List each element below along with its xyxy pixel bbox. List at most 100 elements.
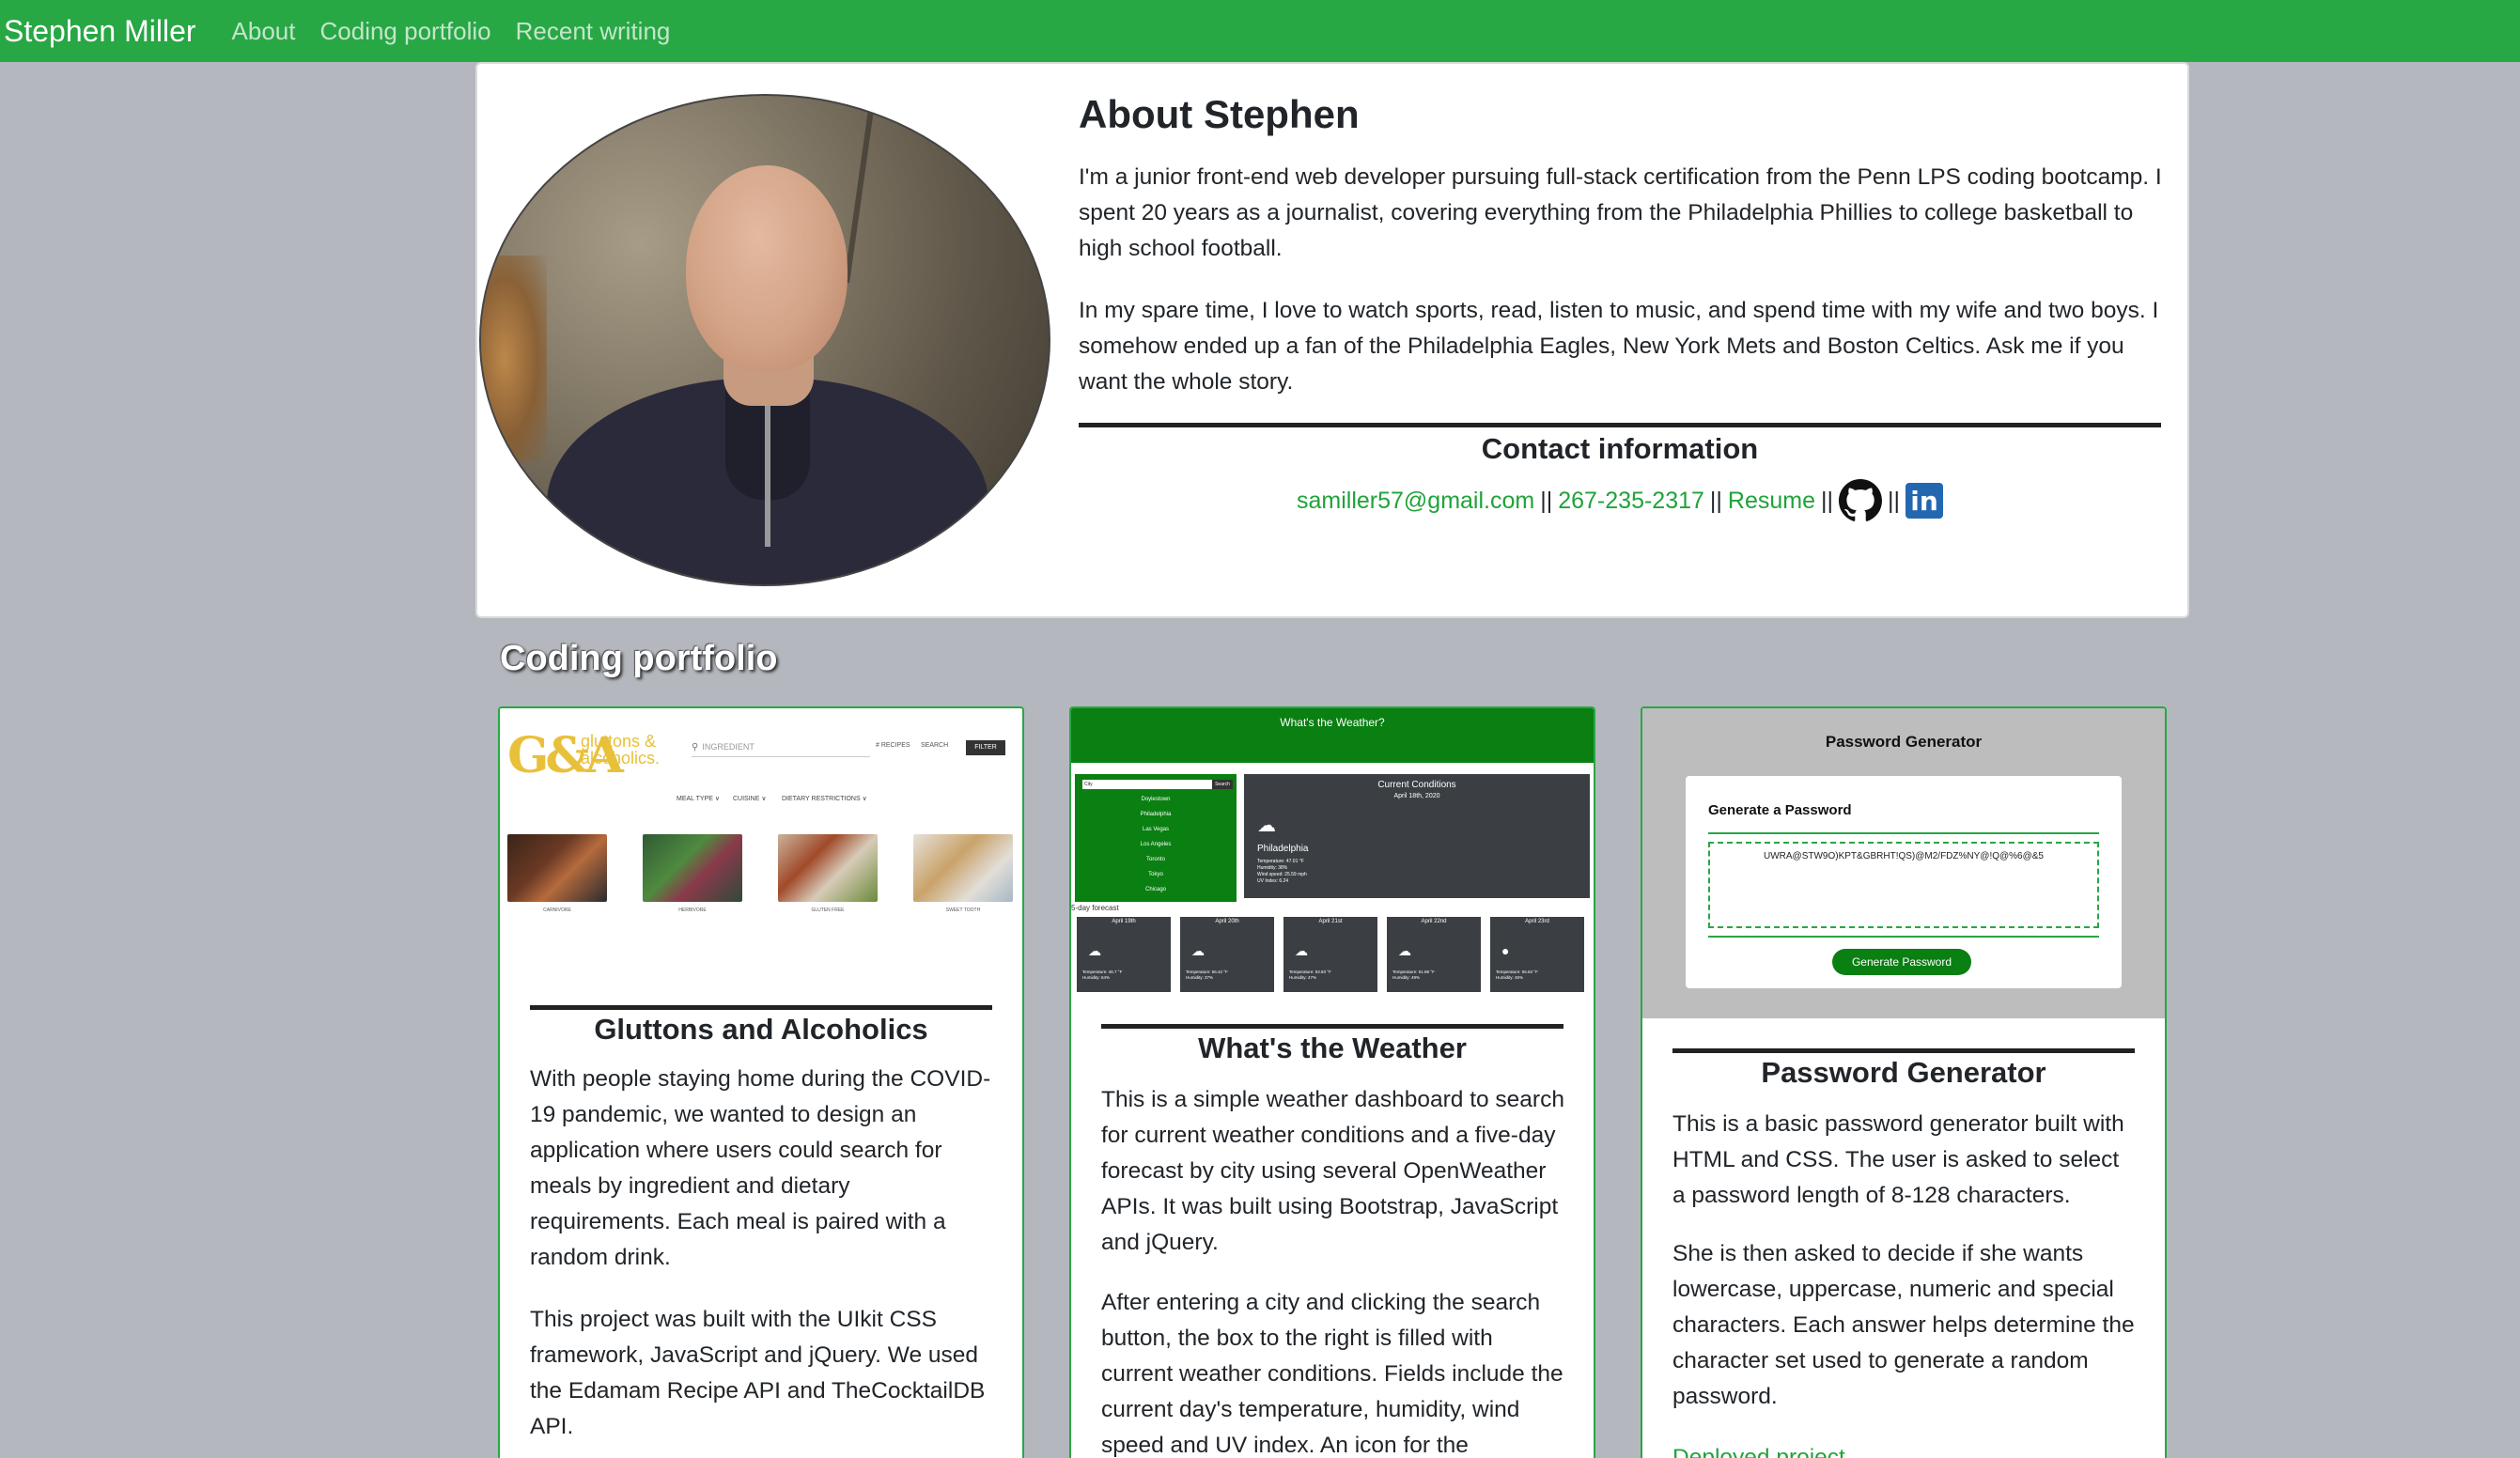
photo-head <box>686 165 848 372</box>
current-date: April 18th, 2020 <box>1393 793 1440 799</box>
deployed-project-link[interactable]: Deployed project <box>1672 1445 1845 1458</box>
forecast-day: April 22nd ☁ Temperature: 51.68 °F Humidi… <box>1387 917 1481 992</box>
pw-panel: Generate a Password UWRA@STW9O)KPT&GBRHT… <box>1686 776 2122 988</box>
email-link[interactable]: samiller57@gmail.com <box>1297 488 1534 515</box>
thumb-sweet-tooth <box>913 834 1013 902</box>
portfolio-heading: Coding portfolio <box>500 639 778 678</box>
cloud-icon: ☁ <box>1257 815 1276 836</box>
project-title: Password Generator <box>1761 1056 2046 1089</box>
city-search-button: Search <box>1212 780 1233 789</box>
pw-output: UWRA@STW9O)KPT&GBRHT!QS)@M2/FDZ%NY@!Q@%6… <box>1708 842 2099 928</box>
moon-icon: ● <box>1501 943 1510 958</box>
photo-zipper <box>765 396 770 547</box>
photo-rock-crack <box>844 96 876 284</box>
city-item: Las Vegas <box>1142 827 1170 832</box>
forecast-label: 5-day forecast <box>1071 904 1119 912</box>
about-card: About Stephen I'm a junior front-end web… <box>475 62 2189 618</box>
project-title: What's the Weather <box>1198 1031 1467 1064</box>
separator: || <box>1888 487 1901 514</box>
cloud-icon: ☁ <box>1295 943 1308 958</box>
contact-divider <box>1079 423 2161 427</box>
project-description-2: She is then asked to decide if she wants… <box>1672 1241 2135 1409</box>
current-title: Current Conditions <box>1377 780 1456 790</box>
cloud-icon: ☁ <box>1088 943 1101 958</box>
project-card-gluttons: G&A gluttons & alcoholics. ⚲ INGREDIENT # … <box>498 706 1024 1458</box>
nav-link-coding-portfolio[interactable]: Coding portfolio <box>320 17 491 46</box>
search-label: SEARCH <box>921 742 949 749</box>
project-description-2: This project was built with the UIkit CS… <box>530 1307 986 1439</box>
navbar: Stephen Miller About Coding portfolio Re… <box>0 0 2520 62</box>
search-icon: ⚲ <box>692 742 699 752</box>
cloud-icon: ☁ <box>1191 943 1205 958</box>
project-divider <box>530 1005 992 1010</box>
caption-sweet-tooth: SWEET TOOTH <box>945 907 981 913</box>
resume-link[interactable]: Resume <box>1728 488 1815 515</box>
project-screenshot[interactable]: Password Generator Generate a Password U… <box>1642 708 2165 1018</box>
menu-meal-type: MEAL TYPE ∨ <box>677 796 720 802</box>
github-icon[interactable] <box>1839 479 1883 522</box>
caption-carnivore: CARNIVORE <box>543 907 571 913</box>
caption-herbivore: HERBIVORE <box>678 907 707 913</box>
separator: || <box>1709 487 1722 514</box>
city-item: Tokyo <box>1148 872 1163 877</box>
forecast-days: April 19th ☁ Temperature: 46.7 °F Humidit… <box>1077 917 1584 992</box>
forecast-day: April 19th ☁ Temperature: 46.7 °F Humidit… <box>1077 917 1171 992</box>
current-city: Philadelphia <box>1257 844 1309 854</box>
thumb-herbivore <box>643 834 742 902</box>
thumb-carnivore <box>507 834 607 902</box>
pw-value: UWRA@STW9O)KPT&GBRHT!QS)@M2/FDZ%NY@!Q@%6… <box>1763 851 2044 861</box>
contact-row: samiller57@gmail.com || 267-235-2317 || … <box>1079 479 2161 522</box>
brand-link[interactable]: Stephen Miller <box>4 14 196 49</box>
photo-foliage <box>481 256 547 462</box>
linkedin-icon[interactable]: in <box>1906 483 1944 519</box>
thumb-gluten-free <box>778 834 878 902</box>
project-screenshot[interactable]: What's the Weather? City Search Doylesto… <box>1071 708 1594 1000</box>
weather-header: What's the Weather? <box>1071 708 1594 763</box>
filter-button: FILTER <box>966 740 1005 755</box>
project-description-2: After entering a city and clicking the s… <box>1101 1290 1563 1458</box>
nav-link-about[interactable]: About <box>232 17 296 46</box>
project-card-weather: What's the Weather? City Search Doylesto… <box>1069 706 1595 1458</box>
forecast-day: April 21st ☁ Temperature: 53.83 °F Humidi… <box>1283 917 1377 992</box>
about-title: About Stephen <box>1079 92 1360 136</box>
city-input: City <box>1082 780 1212 789</box>
about-paragraph-2: In my spare time, I love to watch sports… <box>1079 298 2159 395</box>
generate-password-button: Generate Password <box>1832 949 1971 975</box>
phone-link[interactable]: 267-235-2317 <box>1558 488 1704 515</box>
project-divider <box>1101 1024 1563 1029</box>
nav-link-recent-writing[interactable]: Recent writing <box>516 17 671 46</box>
city-item: Philadelphia <box>1140 812 1172 817</box>
project-description-1: With people staying home during the COVI… <box>530 1066 991 1270</box>
recipes-select: # RECIPES <box>876 742 910 749</box>
about-paragraph-1: I'm a junior front-end web developer pur… <box>1079 164 2162 261</box>
current-details: Temperature: 47.01 °F Humidity: 38% Wind… <box>1257 859 1307 884</box>
forecast-day: April 20th ☁ Temperature: 56.42 °F Humidi… <box>1180 917 1274 992</box>
forecast-day: April 23rd ● Temperature: 56.63 °F Humidi… <box>1490 917 1584 992</box>
city-item: Doylestown <box>1141 797 1171 802</box>
ingredient-search: ⚲ INGREDIENT <box>692 742 870 757</box>
menu-cuisine: CUISINE ∨ <box>733 796 767 802</box>
project-title: Gluttons and Alcoholics <box>594 1013 928 1046</box>
caption-gluten-free: GLUTEN FREE <box>811 907 845 913</box>
current-conditions-panel: Current Conditions April 18th, 2020 ☁ Ph… <box>1244 774 1590 898</box>
separator: || <box>1540 487 1553 514</box>
gluttons-logo-text: gluttons & alcoholics. <box>581 732 661 768</box>
project-description-1: This is a basic password generator built… <box>1672 1111 2124 1208</box>
project-description-1: This is a simple weather dashboard to se… <box>1101 1087 1564 1255</box>
project-screenshot[interactable]: G&A gluttons & alcoholics. ⚲ INGREDIENT # … <box>500 708 1022 990</box>
pw-divider <box>1708 936 2099 938</box>
city-item: Los Angeles <box>1140 842 1172 847</box>
city-item: Toronto <box>1145 857 1165 862</box>
weather-city-sidebar: City Search Doylestown Philadelphia Las … <box>1075 774 1237 902</box>
profile-photo <box>479 94 1050 586</box>
separator: || <box>1821 487 1834 514</box>
city-item: Chicago <box>1144 887 1166 892</box>
project-divider <box>1672 1048 2135 1053</box>
menu-dietary: DIETARY RESTRICTIONS ∨ <box>782 796 867 802</box>
contact-title: Contact information <box>1481 432 1759 465</box>
pw-panel-title: Generate a Password <box>1708 802 1852 818</box>
pw-divider <box>1708 832 2099 834</box>
pw-app-title: Password Generator <box>1825 733 1983 751</box>
category-thumbnails <box>507 834 1022 902</box>
cloud-icon: ☁ <box>1398 943 1411 958</box>
